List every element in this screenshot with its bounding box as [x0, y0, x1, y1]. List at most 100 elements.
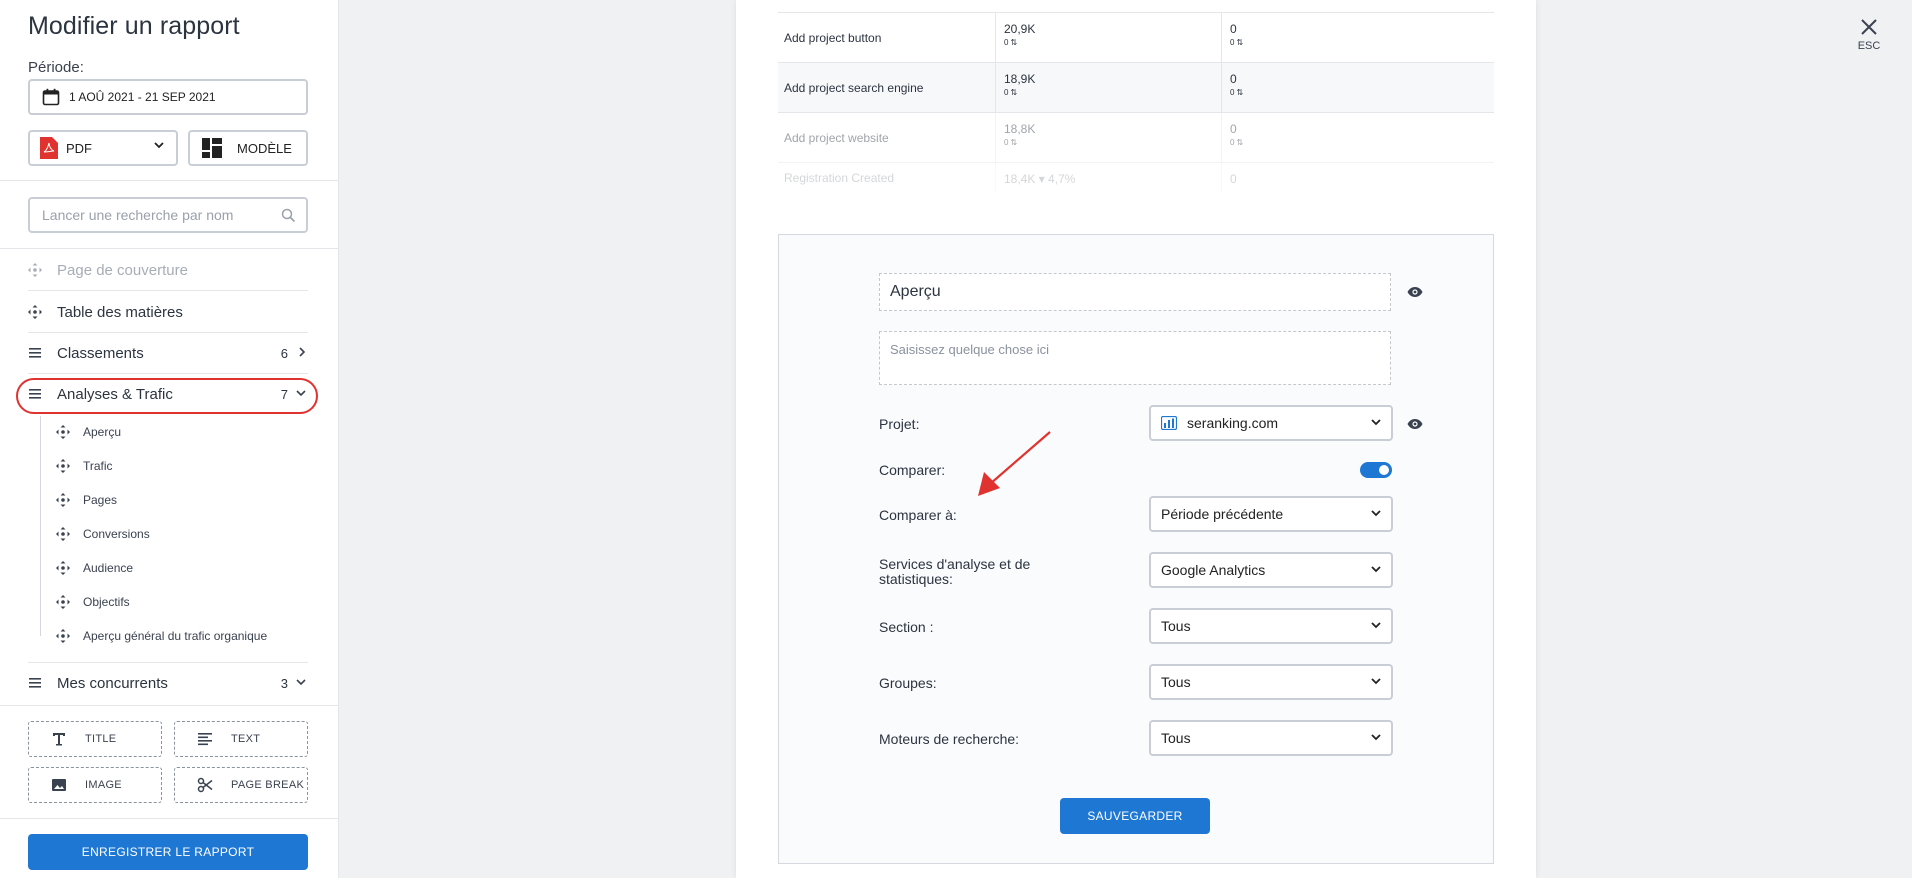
subitem-label: Conversions	[83, 527, 150, 541]
section-label: Section :	[879, 619, 934, 635]
cell-value: 18,4K	[1004, 172, 1036, 186]
chevron-down-icon	[1371, 622, 1381, 629]
eye-icon[interactable]	[1407, 286, 1423, 298]
analytics-icon	[1161, 416, 1177, 430]
sidebar-item-rankings[interactable]: Classements 6	[28, 333, 308, 373]
chevron-down-icon	[1371, 566, 1381, 573]
item-count: 6	[280, 345, 288, 361]
subitem-goals[interactable]: Objectifs	[56, 587, 130, 617]
sidebar-item-label: Classements	[57, 344, 144, 362]
widget-settings-panel: Aperçu Saisissez quelque chose ici Proje…	[778, 234, 1494, 864]
table-row: Add project search engine 18,9K 0 ⇅ 0 0 ⇅	[778, 63, 1494, 113]
add-page-break-button[interactable]: PAGE BREAK	[174, 767, 308, 803]
conversions-table: Add project button 20,9K 0 ⇅ 0 0 ⇅ Add pro…	[778, 12, 1494, 193]
scissors-icon	[197, 777, 213, 793]
page-title: Modifier un rapport	[28, 12, 240, 40]
cell-value: 0	[1230, 122, 1237, 136]
table-cell: 18,8K 0 ⇅	[996, 113, 1222, 162]
sidebar-item-table-of-contents[interactable]: Table des matières	[28, 292, 308, 332]
sort-icon: ⇅	[1010, 138, 1018, 147]
esc-label: ESC	[1857, 40, 1881, 52]
section-select[interactable]: Tous	[1149, 608, 1393, 644]
date-range-picker[interactable]: 1 AOÛ 2021 - 21 SEP 2021	[28, 79, 308, 115]
search-placeholder: Lancer une recherche par nom	[42, 207, 234, 223]
sort-icon: ⇅	[1010, 38, 1018, 47]
search-input[interactable]: Lancer une recherche par nom	[28, 197, 308, 233]
cell-delta: 0 ⇅	[1004, 88, 1221, 97]
subitem-overview[interactable]: Aperçu	[56, 417, 121, 447]
cell-delta: 0 ⇅	[1004, 38, 1221, 47]
save-widget-button[interactable]: SAUVEGARDER	[1060, 798, 1210, 834]
template-button[interactable]: MODÈLE	[188, 130, 308, 166]
template-icon	[202, 138, 222, 158]
table-cell: 0 0 ⇅	[1222, 13, 1494, 62]
subitem-audience[interactable]: Audience	[56, 553, 133, 583]
chevron-right-icon	[299, 347, 306, 357]
sidebar: Modifier un rapport Période: 1 AOÛ 2021 …	[0, 0, 339, 878]
date-range-text: 1 AOÛ 2021 - 21 SEP 2021	[69, 90, 216, 104]
sidebar-item-competitors[interactable]: Mes concurrents 3	[28, 663, 308, 703]
search-engines-label: Moteurs de recherche:	[879, 731, 1020, 747]
cell-value: 0	[1230, 72, 1237, 86]
add-page-break-label: PAGE BREAK	[231, 779, 305, 791]
table-row: Add project button 20,9K 0 ⇅ 0 0 ⇅	[778, 13, 1494, 63]
widget-title-input[interactable]: Aperçu	[879, 273, 1391, 311]
text-icon	[198, 733, 212, 746]
divider	[0, 705, 339, 706]
compare-label: Comparer:	[879, 462, 946, 478]
chevron-down-icon	[1371, 734, 1381, 741]
search-engines-select[interactable]: Tous	[1149, 720, 1393, 756]
subitem-label: Aperçu	[83, 425, 122, 439]
search-icon	[281, 208, 296, 223]
subitem-label: Objectifs	[83, 595, 130, 609]
subitem-label: Pages	[83, 493, 118, 507]
divider	[0, 248, 339, 249]
move-icon	[28, 305, 42, 319]
move-icon	[56, 629, 70, 643]
add-image-button[interactable]: IMAGE	[28, 767, 162, 803]
analytics-services-select[interactable]: Google Analytics	[1149, 552, 1393, 588]
save-report-button[interactable]: ENREGISTRER LE RAPPORT	[28, 834, 308, 870]
cell-delta: 0 ⇅	[1230, 88, 1494, 97]
subitem-traffic[interactable]: Trafic	[56, 451, 113, 481]
calendar-icon	[42, 88, 60, 106]
compare-to-select[interactable]: Période précédente	[1149, 496, 1393, 532]
cell-delta: 0 ⇅	[1230, 138, 1494, 147]
chevron-down-icon	[296, 679, 306, 686]
section-value: Tous	[1161, 618, 1191, 634]
project-value: seranking.com	[1187, 415, 1279, 431]
table-cell: 0	[1222, 163, 1494, 193]
cell-delta: 0 ⇅	[1004, 138, 1221, 147]
subitem-pages[interactable]: Pages	[56, 485, 117, 515]
format-select[interactable]: PDF	[28, 130, 178, 166]
sort-icon: ⇅	[1236, 88, 1244, 97]
widget-text-input[interactable]: Saisissez quelque chose ici	[879, 331, 1391, 385]
subitem-organic-overview[interactable]: Aperçu général du trafic organique	[56, 621, 267, 651]
title-icon	[53, 733, 65, 746]
period-label: Période:	[28, 59, 84, 76]
cell-value: 18,8K	[1004, 122, 1036, 136]
subitem-label: Aperçu général du trafic organique	[83, 629, 268, 643]
sidebar-item-label: Mes concurrents	[57, 674, 168, 692]
sidebar-item-cover-page[interactable]: Page de couverture	[28, 250, 308, 290]
groups-select[interactable]: Tous	[1149, 664, 1393, 700]
project-select[interactable]: seranking.com	[1149, 405, 1393, 441]
chevron-down-icon	[1371, 678, 1381, 685]
cell-value: 0	[1230, 22, 1237, 36]
add-title-button[interactable]: TITLE	[28, 721, 162, 757]
delta-value: 0	[1004, 88, 1009, 97]
compare-toggle[interactable]	[1360, 462, 1392, 478]
add-image-label: IMAGE	[85, 779, 122, 791]
add-text-button[interactable]: TEXT	[174, 721, 308, 757]
delta-value: 0	[1230, 138, 1235, 147]
analytics-services-label: Services d'analyse et de statistiques:	[879, 556, 1031, 587]
project-label: Projet:	[879, 416, 920, 432]
table-cell: 18,4K ▾ 4,7%	[996, 163, 1222, 193]
subitem-conversions[interactable]: Conversions	[56, 519, 150, 549]
delta-value: 0	[1230, 38, 1235, 47]
close-button[interactable]: ESC	[1854, 18, 1884, 52]
eye-icon[interactable]	[1407, 418, 1423, 430]
item-count: 3	[280, 675, 288, 691]
pdf-icon	[40, 137, 58, 159]
table-cell: 0 0 ⇅	[1222, 63, 1494, 112]
